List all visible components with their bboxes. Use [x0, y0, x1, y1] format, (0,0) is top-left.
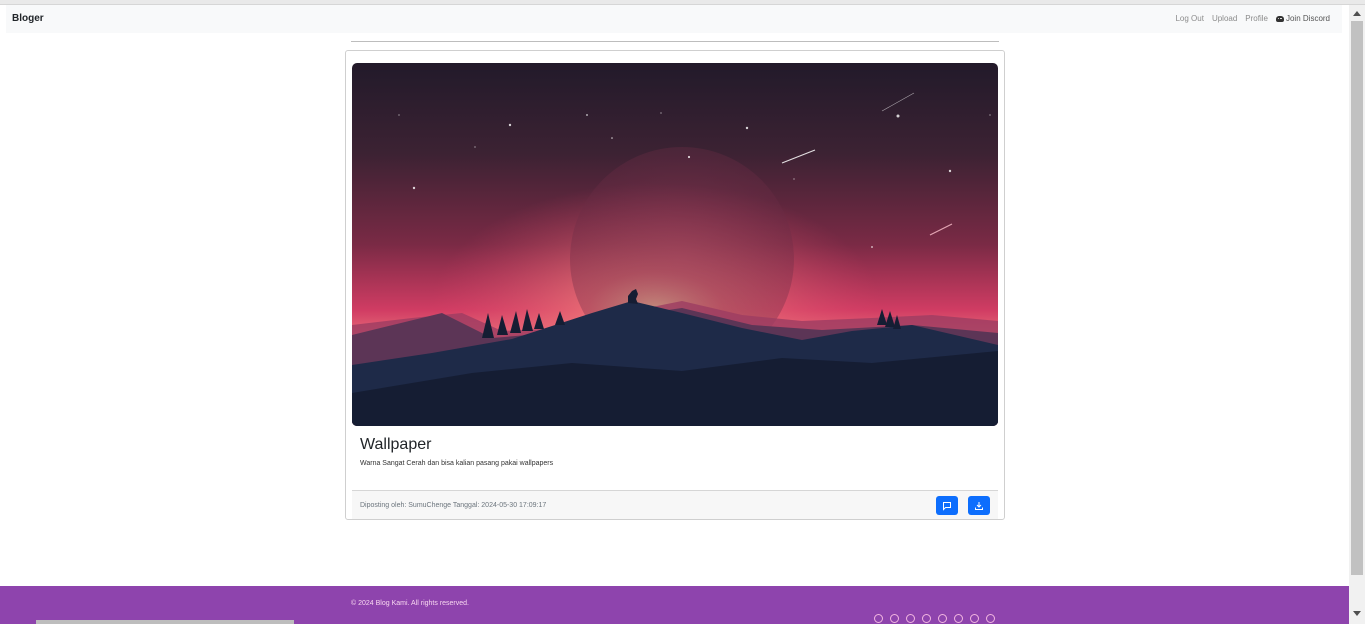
vertical-scrollbar[interactable] [1349, 5, 1365, 624]
nav-links: Log Out Upload Profile Join Discord [1175, 14, 1330, 23]
comment-button[interactable] [936, 496, 958, 515]
discord-label: Join Discord [1285, 14, 1330, 23]
navbar: Bloger Log Out Upload Profile Join Disco… [6, 5, 1342, 33]
divider [351, 41, 999, 42]
scroll-thumb[interactable] [1351, 21, 1363, 575]
facebook-icon[interactable] [874, 614, 883, 623]
post-image [352, 63, 998, 426]
pinterest-icon[interactable] [970, 614, 979, 623]
social-icons [874, 614, 995, 623]
linkedin-icon[interactable] [938, 614, 947, 623]
reddit-icon[interactable] [986, 614, 995, 623]
post-card: Wallpaper Warna Sangat Cerah dan bisa ka… [345, 50, 1005, 520]
download-button[interactable] [968, 496, 990, 515]
nav-upload-link[interactable]: Upload [1212, 14, 1237, 23]
nav-join-discord-link[interactable]: Join Discord [1275, 14, 1330, 23]
brand-link[interactable]: Bloger [12, 13, 44, 24]
github-icon[interactable] [922, 614, 931, 623]
site-footer: © 2024 Blog Kami. All rights reserved. [0, 586, 1349, 624]
post-footer: Diposting oleh: SumuChenge Tanggal: 2024… [352, 490, 998, 519]
scroll-down-arrow-icon[interactable] [1353, 611, 1361, 616]
nav-profile-link[interactable]: Profile [1245, 14, 1268, 23]
youtube-icon[interactable] [954, 614, 963, 623]
post-title: Wallpaper [360, 436, 432, 453]
discord-icon [1275, 15, 1284, 22]
post-meta: Diposting oleh: SumuChenge Tanggal: 2024… [360, 502, 547, 509]
scroll-up-arrow-icon[interactable] [1353, 11, 1361, 16]
copyright-text: © 2024 Blog Kami. All rights reserved. [351, 600, 469, 607]
twitter-icon[interactable] [890, 614, 899, 623]
post-description: Warna Sangat Cerah dan bisa kalian pasan… [360, 460, 554, 467]
instagram-icon[interactable] [906, 614, 915, 623]
comment-icon [943, 501, 951, 511]
horizontal-scrollbar[interactable] [36, 620, 294, 624]
nav-logout-link[interactable]: Log Out [1175, 14, 1203, 23]
download-icon [975, 501, 983, 510]
